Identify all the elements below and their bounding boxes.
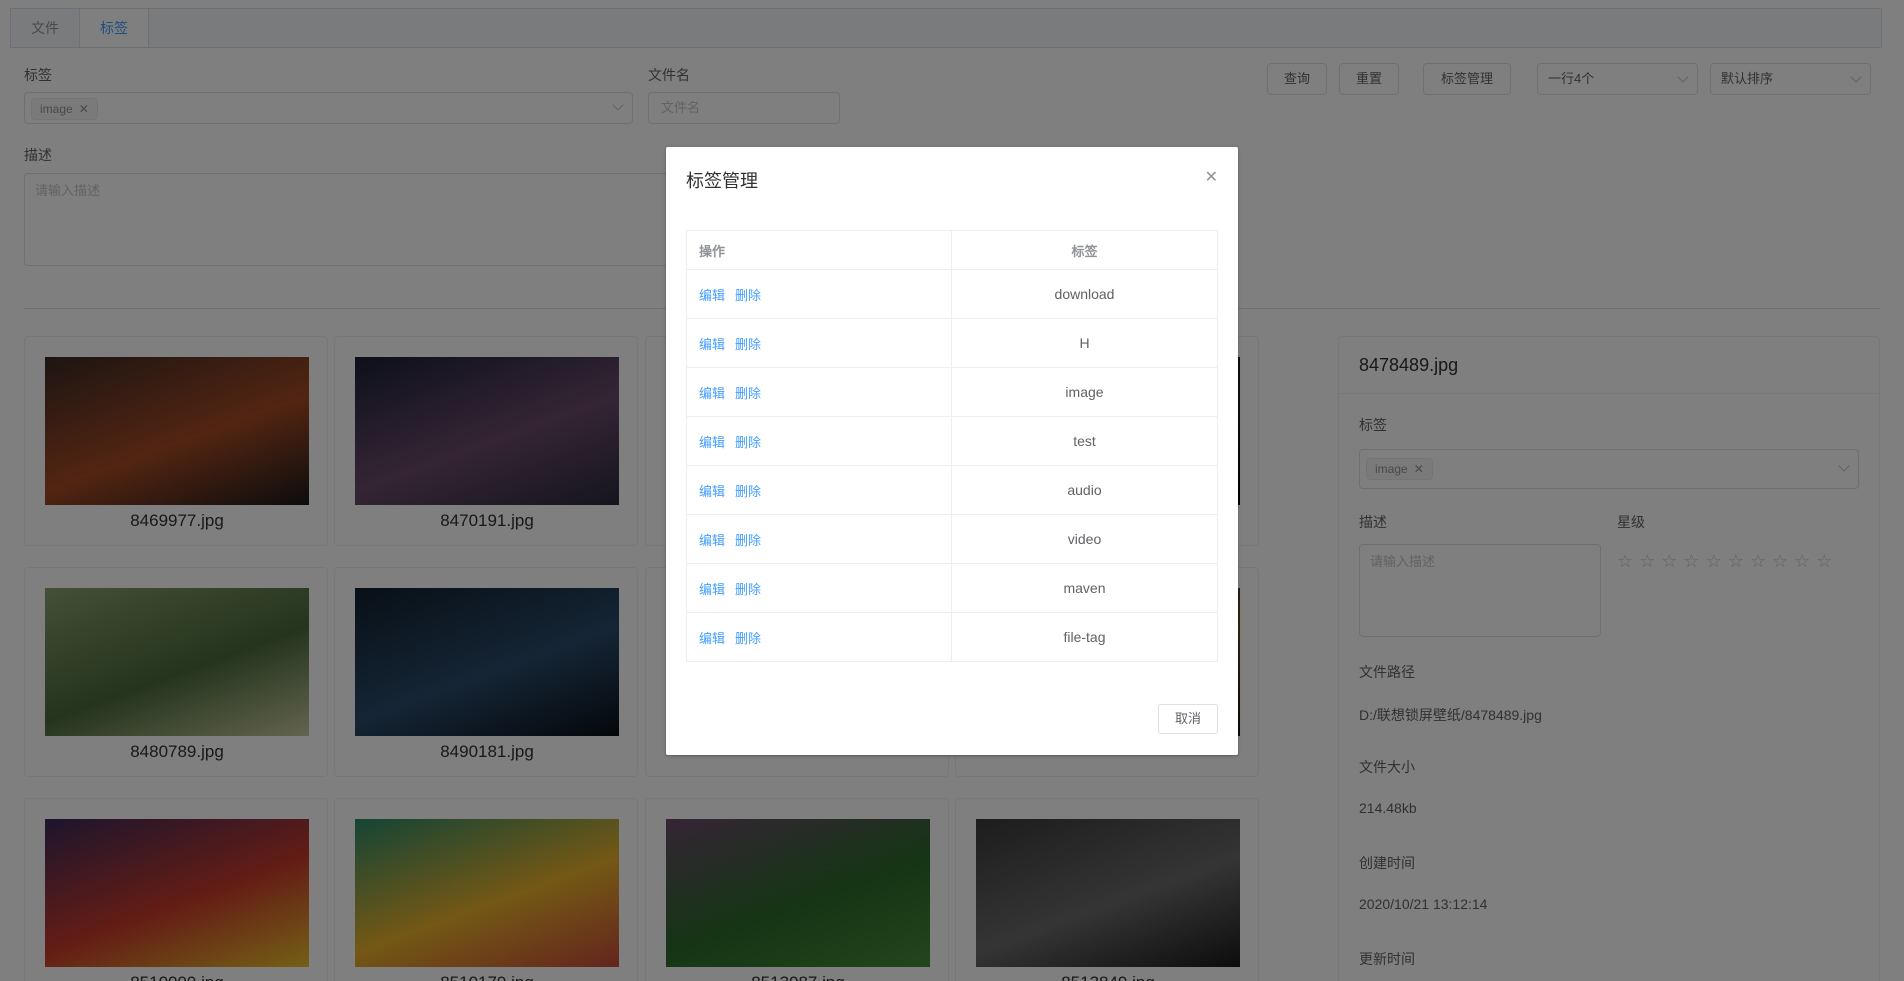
tag-name: download xyxy=(951,269,1218,319)
edit-link[interactable]: 编辑 xyxy=(699,484,725,499)
close-icon[interactable]: ✕ xyxy=(1205,167,1218,187)
tag-name: video xyxy=(951,514,1218,564)
delete-link[interactable]: 删除 xyxy=(735,631,761,646)
edit-link[interactable]: 编辑 xyxy=(699,435,725,450)
delete-link[interactable]: 删除 xyxy=(735,582,761,597)
tag-name: file-tag xyxy=(951,612,1218,662)
table-row: 编辑 删除 audio xyxy=(686,465,1218,515)
column-header-tag: 标签 xyxy=(951,230,1218,270)
cancel-button[interactable]: 取消 xyxy=(1158,704,1218,734)
edit-link[interactable]: 编辑 xyxy=(699,288,725,303)
tag-table: 操作 标签 编辑 删除 download 编辑 删除 H 编辑 删除 image 编辑 删除 test… xyxy=(686,230,1218,662)
delete-link[interactable]: 删除 xyxy=(735,484,761,499)
row-actions: 编辑 删除 xyxy=(686,612,952,662)
tag-name: maven xyxy=(951,563,1218,613)
row-actions: 编辑 删除 xyxy=(686,269,952,319)
table-row: 编辑 删除 file-tag xyxy=(686,612,1218,662)
edit-link[interactable]: 编辑 xyxy=(699,582,725,597)
row-actions: 编辑 删除 xyxy=(686,367,952,417)
edit-link[interactable]: 编辑 xyxy=(699,631,725,646)
column-header-actions: 操作 xyxy=(686,230,952,270)
table-row: 编辑 删除 H xyxy=(686,318,1218,368)
row-actions: 编辑 删除 xyxy=(686,318,952,368)
dialog-title: 标签管理 xyxy=(686,171,758,191)
table-row: 编辑 删除 image xyxy=(686,367,1218,417)
row-actions: 编辑 删除 xyxy=(686,465,952,515)
table-row: 编辑 删除 download xyxy=(686,269,1218,319)
tag-name: test xyxy=(951,416,1218,466)
delete-link[interactable]: 删除 xyxy=(735,435,761,450)
tag-name: audio xyxy=(951,465,1218,515)
delete-link[interactable]: 删除 xyxy=(735,533,761,548)
table-row: 编辑 删除 maven xyxy=(686,563,1218,613)
edit-link[interactable]: 编辑 xyxy=(699,533,725,548)
delete-link[interactable]: 删除 xyxy=(735,337,761,352)
table-header-row: 操作 标签 xyxy=(686,230,1218,270)
row-actions: 编辑 删除 xyxy=(686,563,952,613)
row-actions: 编辑 删除 xyxy=(686,514,952,564)
delete-link[interactable]: 删除 xyxy=(735,386,761,401)
row-actions: 编辑 删除 xyxy=(686,416,952,466)
tag-name: H xyxy=(951,318,1218,368)
delete-link[interactable]: 删除 xyxy=(735,288,761,303)
edit-link[interactable]: 编辑 xyxy=(699,337,725,352)
edit-link[interactable]: 编辑 xyxy=(699,386,725,401)
table-row: 编辑 删除 video xyxy=(686,514,1218,564)
tag-manage-dialog: 标签管理 ✕ 操作 标签 编辑 删除 download 编辑 删除 H 编辑 删除 image 编… xyxy=(666,147,1238,755)
table-row: 编辑 删除 test xyxy=(686,416,1218,466)
tag-name: image xyxy=(951,367,1218,417)
